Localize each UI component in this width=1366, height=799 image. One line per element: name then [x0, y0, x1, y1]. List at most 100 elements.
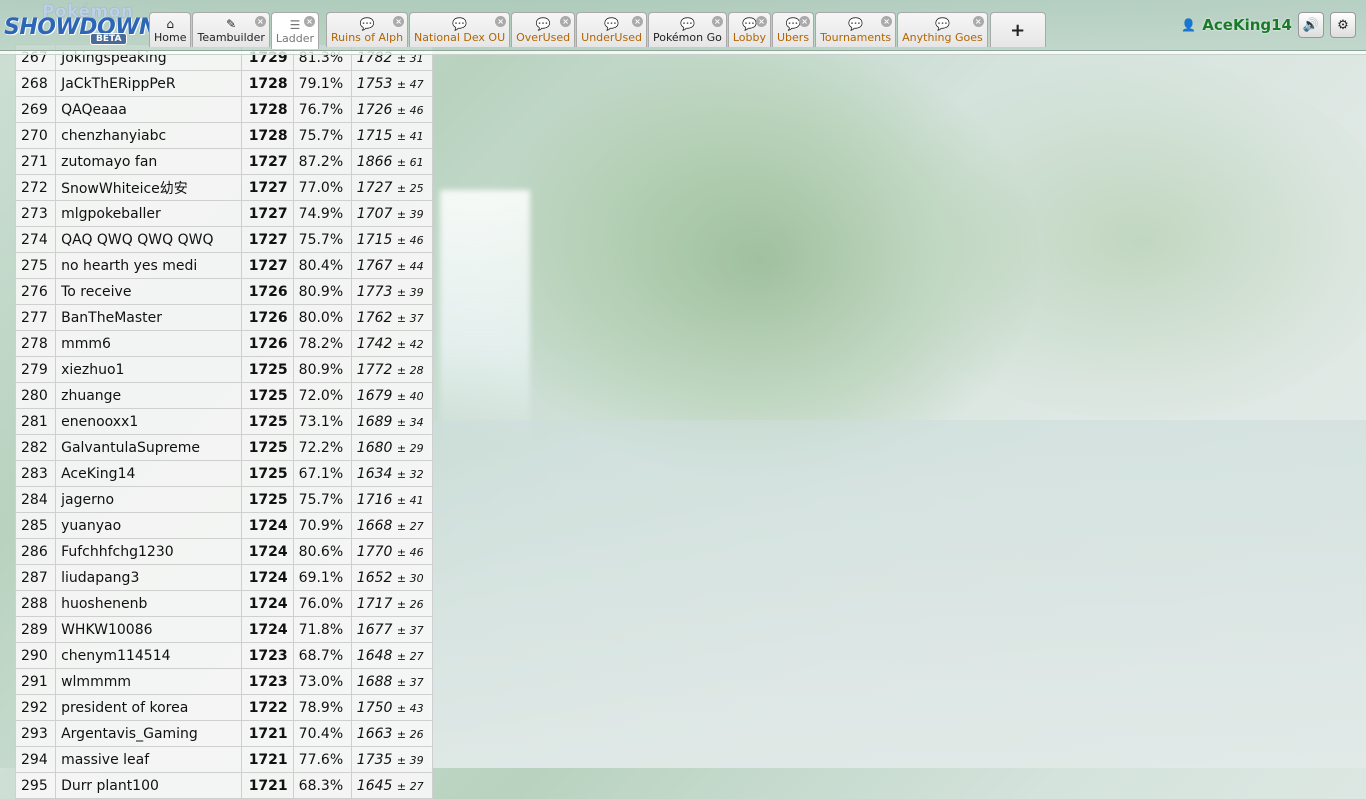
- player-name-cell[interactable]: JaCkThERippPeR: [55, 70, 242, 97]
- tab-teambuilder[interactable]: ✎ Teambuilder ×: [192, 12, 270, 47]
- elo-cell: 1721: [240, 746, 294, 773]
- glicko-cell: 1634 ± 32: [350, 460, 434, 487]
- close-tab-icon[interactable]: ×: [881, 16, 893, 27]
- player-name-cell[interactable]: no hearth yes medi: [55, 252, 242, 279]
- close-tab-icon[interactable]: ×: [560, 16, 572, 27]
- elo-cell: 1721: [240, 772, 294, 799]
- close-tab-icon[interactable]: ×: [495, 16, 507, 27]
- player-name-cell[interactable]: AceKing14: [55, 460, 242, 487]
- ladder-row: 293 Argentavis_Gaming 1721 70.4% 1663 ± 26: [14, 720, 434, 747]
- glicko-rating: 1648: [356, 647, 393, 664]
- player-name-cell[interactable]: jagerno: [55, 486, 242, 513]
- glicko-cell: 1753 ± 47: [350, 70, 434, 97]
- ladder-row: 286 Fufchhfchg1230 1724 80.6% 1770 ± 46: [14, 538, 434, 565]
- tab-ubers[interactable]: 💬 Ubers ×: [772, 12, 815, 47]
- glicko-rating: 1634: [356, 465, 393, 482]
- glicko-cell: 1735 ± 39: [350, 746, 434, 773]
- player-name-cell[interactable]: enenooxx1: [55, 408, 242, 435]
- glicko-deviation: ± 46: [396, 233, 424, 247]
- player-name-cell[interactable]: QAQeaaa: [55, 96, 242, 123]
- player-name-cell[interactable]: WHKW10086: [55, 616, 242, 643]
- elo-cell: 1726: [240, 304, 294, 331]
- close-tab-icon[interactable]: ×: [799, 16, 811, 27]
- close-tab-icon[interactable]: ×: [631, 16, 643, 27]
- new-tab-button[interactable]: +: [989, 12, 1046, 47]
- close-tab-icon[interactable]: ×: [393, 16, 405, 27]
- elo-cell: 1727: [240, 148, 294, 175]
- tab-overused[interactable]: 💬 OverUsed ×: [511, 12, 576, 47]
- close-tab-icon[interactable]: ×: [756, 16, 767, 27]
- player-name-cell[interactable]: president of korea: [55, 694, 242, 721]
- glicko-cell: 1770 ± 46: [350, 538, 434, 565]
- glicko-rating: 1762: [356, 309, 393, 326]
- player-name-cell[interactable]: Argentavis_Gaming: [55, 720, 242, 747]
- tab-anything-goes[interactable]: 💬 Anything Goes ×: [897, 12, 988, 47]
- home-icon: ⌂: [166, 17, 175, 31]
- ladder-row: 271 zutomayo fan 1727 87.2% 1866 ± 61: [14, 148, 434, 175]
- player-name-cell[interactable]: Fufchhfchg1230: [55, 538, 242, 565]
- tab-tournaments[interactable]: 💬 Tournaments ×: [815, 12, 897, 47]
- ladder-row: 285 yuanyao 1724 70.9% 1668 ± 27: [14, 512, 434, 539]
- player-name-cell[interactable]: yuanyao: [55, 512, 242, 539]
- player-name-cell[interactable]: BanTheMaster: [55, 304, 242, 331]
- tab-ruins-of-alph[interactable]: 💬 Ruins of Alph ×: [326, 12, 409, 47]
- gxe-cell: 76.0%: [292, 590, 352, 617]
- player-name-cell[interactable]: chenym114514: [55, 642, 242, 669]
- username[interactable]: AceKing14: [1202, 16, 1292, 34]
- player-name-cell[interactable]: GalvantulaSupreme: [55, 434, 242, 461]
- glicko-cell: 1680 ± 29: [350, 434, 434, 461]
- gxe-cell: 78.2%: [292, 330, 352, 357]
- elo-cell: 1727: [240, 226, 294, 253]
- player-name-cell[interactable]: massive leaf: [55, 746, 242, 773]
- showdown-logo[interactable]: Pokémon SHOWDOWN! BETA: [4, 2, 167, 46]
- player-name-cell[interactable]: mlgpokeballer: [55, 200, 242, 227]
- gxe-cell: 75.7%: [292, 226, 352, 253]
- player-name-cell[interactable]: Durr plant100: [55, 772, 242, 799]
- glicko-rating: 1707: [356, 205, 393, 222]
- gxe-cell: 79.1%: [292, 70, 352, 97]
- tab-pok-mon-go[interactable]: 💬 Pokémon Go ×: [647, 12, 727, 47]
- tab-home[interactable]: ⌂ Home: [149, 12, 192, 47]
- close-tab-icon[interactable]: ×: [304, 16, 316, 27]
- player-name-cell[interactable]: mmm6: [55, 330, 242, 357]
- ladder-row: 295 Durr plant100 1721 68.3% 1645 ± 27: [14, 772, 434, 799]
- sound-icon[interactable]: 🔊: [1298, 12, 1324, 38]
- rank-cell: 273: [14, 200, 57, 227]
- player-name-cell[interactable]: wlmmmm: [55, 668, 242, 695]
- glicko-rating: 1770: [356, 543, 393, 560]
- rank-cell: 288: [14, 590, 57, 617]
- player-name-cell[interactable]: liudapang3: [55, 564, 242, 591]
- glicko-cell: 1645 ± 27: [350, 772, 434, 799]
- glicko-cell: 1772 ± 28: [350, 356, 434, 383]
- glicko-cell: 1707 ± 39: [350, 200, 434, 227]
- tab-national-dex-ou[interactable]: 💬 National Dex OU ×: [409, 12, 511, 47]
- plus-icon: +: [1010, 19, 1026, 41]
- background-water: [430, 420, 1366, 768]
- tab-underused[interactable]: 💬 UnderUsed ×: [576, 12, 647, 47]
- pencil-icon: ✎: [226, 17, 237, 31]
- glicko-rating: 1677: [356, 621, 393, 638]
- tab-lobby[interactable]: 💬 Lobby ×: [727, 12, 771, 47]
- elo-cell: 1725: [240, 434, 294, 461]
- player-name-cell[interactable]: To receive: [55, 278, 242, 305]
- close-tab-icon[interactable]: ×: [972, 16, 984, 27]
- elo-cell: 1725: [240, 408, 294, 435]
- tab-ladder[interactable]: ☰ Ladder ×: [270, 12, 320, 49]
- ladder-row: 289 WHKW10086 1724 71.8% 1677 ± 37: [14, 616, 434, 643]
- tab-bar: ⌂ Home ✎ Teambuilder × ☰ Ladder × 💬 Ruins of Alph…: [149, 12, 1047, 49]
- player-name-cell[interactable]: zutomayo fan: [55, 148, 242, 175]
- player-name-cell[interactable]: SnowWhiteice幼安: [55, 174, 242, 201]
- close-tab-icon[interactable]: ×: [254, 16, 266, 27]
- glicko-cell: 1677 ± 37: [350, 616, 434, 643]
- player-name-cell[interactable]: chenzhanyiabc: [55, 122, 242, 149]
- ladder-row: 269 QAQeaaa 1728 76.7% 1726 ± 46: [14, 96, 434, 123]
- player-name-cell[interactable]: xiezhuo1: [55, 356, 242, 383]
- close-tab-icon[interactable]: ×: [711, 16, 723, 27]
- glicko-rating: 1715: [356, 231, 393, 248]
- chat-bubble-icon: 💬: [679, 17, 695, 31]
- gxe-cell: 77.0%: [292, 174, 352, 201]
- player-name-cell[interactable]: zhuange: [55, 382, 242, 409]
- settings-gear-icon[interactable]: ⚙: [1330, 12, 1356, 38]
- player-name-cell[interactable]: QAQ QWQ QWQ QWQ: [55, 226, 242, 253]
- player-name-cell[interactable]: huoshenenb: [55, 590, 242, 617]
